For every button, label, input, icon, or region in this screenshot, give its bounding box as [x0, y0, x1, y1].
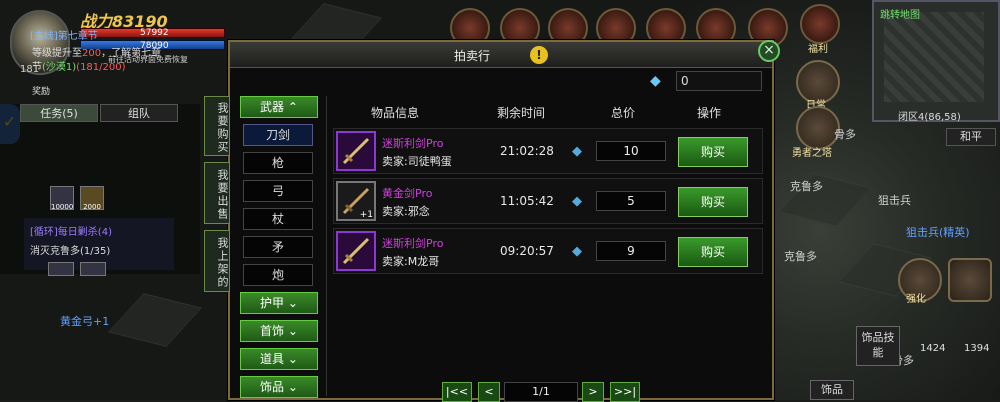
- item-count: 1394: [964, 343, 990, 354]
- price-value: 5: [596, 191, 666, 211]
- map-coordinates: 闭区4(86,58): [898, 112, 961, 123]
- floor-item-label[interactable]: 黄金弓+1: [60, 313, 109, 329]
- accessory-skill-button[interactable]: 饰品技能: [856, 326, 900, 366]
- welfare-icon[interactable]: [800, 4, 840, 44]
- chevron-down-icon: ⌄: [287, 352, 298, 366]
- diamond-icon: ◆: [572, 244, 582, 259]
- auction-title: 拍卖行: [454, 49, 491, 63]
- reward-item[interactable]: 2000: [80, 186, 104, 211]
- time-left: 21:02:28: [500, 144, 554, 158]
- tab-sell[interactable]: 我要出售: [204, 162, 230, 224]
- buy-button[interactable]: 购买: [678, 237, 748, 267]
- diamond-icon: ◆: [572, 144, 582, 159]
- buy-button[interactable]: 购买: [678, 137, 748, 167]
- category-props[interactable]: 道具 ⌄: [240, 348, 318, 370]
- subcategory-staff[interactable]: 杖: [243, 208, 313, 230]
- table-row[interactable]: +1 黄金剑Pro 卖家:邪念 11:05:42 ◆ 5 购买: [333, 178, 763, 224]
- mob-label: 克鲁多: [784, 250, 817, 263]
- table-row[interactable]: 迷斯利剑Pro 卖家:司徒鸭蛋 21:02:28 ◆ 10 购买: [333, 128, 763, 174]
- grid-menu-icon[interactable]: [948, 258, 992, 302]
- table-row[interactable]: 迷斯利剑Pro 卖家:M龙哥 09:20:57 ◆ 9 购买: [333, 228, 763, 274]
- price-value: 9: [596, 241, 666, 261]
- main-quest-desc-1: 等级提升至200，了解第七章: [32, 48, 162, 59]
- pk-mode-button[interactable]: 和平: [946, 128, 996, 146]
- buy-button[interactable]: 购买: [678, 187, 748, 217]
- category-accessory[interactable]: 饰品 ⌄: [240, 376, 318, 398]
- accessory-button[interactable]: 饰品: [810, 380, 854, 400]
- sword-icon[interactable]: [336, 231, 376, 271]
- elite-mob-label: 狙击兵(精英): [906, 226, 970, 239]
- item-name: 黄金剑Pro: [382, 187, 433, 200]
- reward-label: 奖励: [32, 87, 51, 97]
- welfare-label: 福利: [808, 44, 828, 55]
- diamond-balance: 0: [676, 71, 762, 91]
- diamond-icon: ◆: [650, 73, 661, 89]
- subcategory-cannon[interactable]: 炮: [243, 264, 313, 286]
- sword-icon[interactable]: +1: [336, 181, 376, 221]
- category-list: 武器 ⌃ 刀剑 枪 弓 杖 矛 炮 护甲 ⌄ 首饰 ⌄ 道具 ⌄ 饰品 ⌄: [240, 96, 320, 398]
- chevron-down-icon: ⌄: [287, 296, 298, 310]
- tab-team[interactable]: 组队: [100, 104, 178, 122]
- info-icon[interactable]: !: [530, 46, 548, 64]
- tab-task[interactable]: 任务(5): [20, 104, 98, 122]
- subcategory-spear[interactable]: 枪: [243, 152, 313, 174]
- forge-label: 强化: [906, 294, 926, 305]
- boss-tower-label: 勇者之塔: [792, 148, 832, 159]
- daily-quest-title[interactable]: [循环]每日剿杀(4): [30, 223, 112, 238]
- listing-table: 物品信息 剩余时间 总价 操作 迷斯利剑Pro 卖家:司徒鸭蛋 21:02:28…: [326, 96, 766, 396]
- chevron-down-icon: ⌄: [287, 324, 298, 338]
- subcategory-lance[interactable]: 矛: [243, 236, 313, 258]
- auction-header: 拍卖行 !: [230, 42, 772, 68]
- close-button[interactable]: ×: [758, 40, 780, 62]
- hp-value: 57992: [140, 28, 169, 38]
- category-weapon[interactable]: 武器 ⌃: [240, 96, 318, 118]
- subcategory-sword[interactable]: 刀剑: [243, 124, 313, 146]
- mob-label: 克鲁多: [790, 180, 823, 193]
- seller-name: 卖家:M龙哥: [382, 255, 440, 268]
- ground-tile: [108, 293, 202, 347]
- sword-icon[interactable]: [336, 131, 376, 171]
- item-name: 迷斯利剑Pro: [382, 237, 444, 250]
- subcategory-bow[interactable]: 弓: [243, 180, 313, 202]
- item-count: 1424: [920, 343, 946, 354]
- header-time-left: 剩余时间: [497, 106, 546, 120]
- header-action: 操作: [697, 106, 722, 120]
- page-indicator: 1/1: [504, 382, 578, 402]
- category-armor[interactable]: 护甲 ⌄: [240, 292, 318, 314]
- time-left: 09:20:57: [500, 244, 554, 258]
- prev-page-button[interactable]: <: [478, 382, 500, 402]
- last-page-button[interactable]: >>|: [610, 382, 640, 402]
- main-quest-title[interactable]: [主线]第七章节: [30, 27, 98, 42]
- reward-item[interactable]: 10000: [50, 186, 74, 211]
- main-quest-desc-2: 节(沙漠1)(181/200): [32, 62, 126, 73]
- first-page-button[interactable]: |<<: [442, 382, 472, 402]
- chevron-up-icon: ⌃: [287, 100, 298, 114]
- tab-buy[interactable]: 我要购买: [204, 96, 230, 156]
- auction-window: 拍卖行 ! × ◆ 0 我要购买 我要出售 我上架的 武器 ⌃ 刀剑 枪 弓 杖…: [204, 40, 780, 402]
- chevron-down-icon: ⌄: [287, 380, 298, 394]
- header-item-info: 物品信息: [371, 106, 420, 120]
- daily-quest-desc: 消灭克鲁多(1/35): [30, 246, 111, 257]
- daily-reward-item[interactable]: [80, 262, 106, 276]
- header-total-price: 总价: [611, 106, 636, 120]
- next-page-button[interactable]: >: [582, 382, 604, 402]
- item-name: 迷斯利剑Pro: [382, 137, 444, 150]
- category-jewelry[interactable]: 首饰 ⌄: [240, 320, 318, 342]
- seller-name: 卖家:司徒鸭蛋: [382, 155, 452, 168]
- price-value: 10: [596, 141, 666, 161]
- tab-my-listings[interactable]: 我上架的: [204, 230, 230, 292]
- diamond-icon: ◆: [572, 194, 582, 209]
- daily-reward-item[interactable]: [48, 262, 74, 276]
- mob-label: 骨多: [834, 128, 856, 141]
- mob-label: 狙击兵: [878, 194, 911, 207]
- seller-name: 卖家:邪念: [382, 205, 430, 218]
- time-left: 11:05:42: [500, 194, 554, 208]
- map-teleport[interactable]: 跳转地图: [880, 6, 920, 21]
